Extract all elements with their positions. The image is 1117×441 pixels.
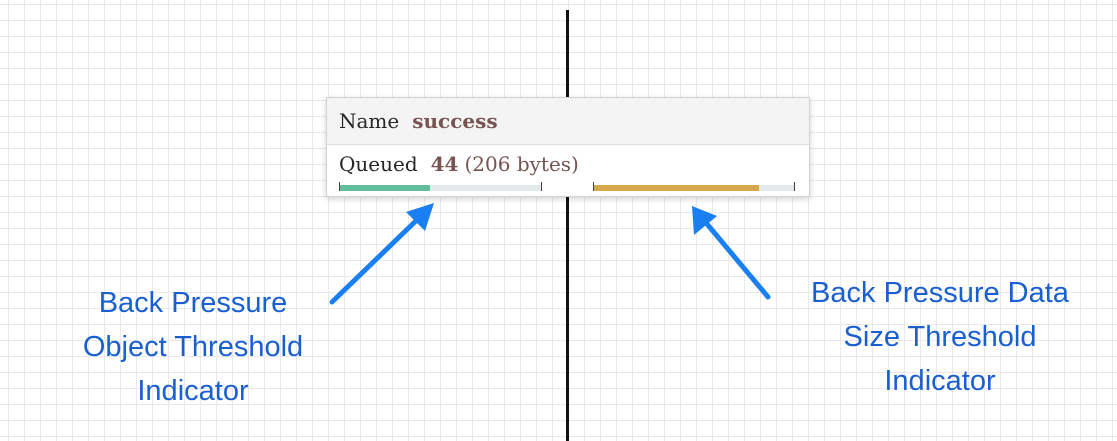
data-size-threshold-tick-left <box>593 182 594 191</box>
queued-row: Queued 44 (206 bytes) <box>327 145 809 183</box>
object-threshold-tick-left <box>339 182 340 191</box>
data-size-threshold-callout-line-3: Indicator <box>884 365 996 397</box>
object-threshold-callout-line-3: Indicator <box>137 375 249 407</box>
object-threshold-tick-right <box>541 182 542 191</box>
data-size-threshold-bar <box>593 182 795 191</box>
object-threshold-bar <box>339 182 542 191</box>
data-size-threshold-callout-line-1: Back Pressure Data <box>811 277 1069 309</box>
backpressure-bars <box>339 182 797 191</box>
data-size-threshold-tick-right <box>794 182 795 191</box>
connection-label-card[interactable]: Name success Queued 44 (206 bytes) <box>326 97 810 197</box>
name-label: Name <box>339 109 400 133</box>
data-size-threshold-callout: Back Pressure Data Size Threshold Indica… <box>770 271 1110 403</box>
data-size-threshold-callout-line-2: Size Threshold <box>843 321 1037 353</box>
connection-name-row: Name success <box>327 98 809 145</box>
data-size-threshold-fill <box>593 185 759 191</box>
object-threshold-callout-line-2: Object Threshold <box>82 331 304 363</box>
data-size-threshold-arrow-icon <box>692 206 771 300</box>
queued-label: Queued <box>339 152 418 176</box>
connection-name-value: success <box>412 109 498 133</box>
object-threshold-fill <box>339 185 431 191</box>
queued-count: 44 <box>430 152 459 176</box>
object-threshold-callout-line-1: Back Pressure <box>98 287 288 319</box>
queued-size: (206 bytes) <box>464 152 579 176</box>
object-threshold-callout: Back Pressure Object Threshold Indicator <box>28 281 358 413</box>
connection-line <box>566 10 569 441</box>
